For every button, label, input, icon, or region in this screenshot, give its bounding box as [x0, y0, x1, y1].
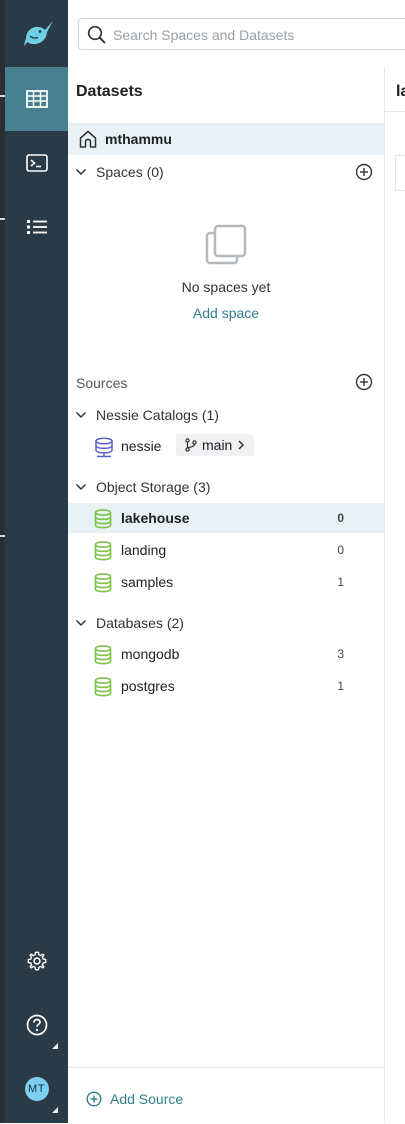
nessie-catalogs-label: Nessie Catalogs (1) [96, 407, 219, 423]
empty-spaces-text: No spaces yet [181, 279, 271, 295]
source-item-lakehouse[interactable]: lakehouse 0 [68, 503, 384, 533]
spaces-empty-state: No spaces yet Add space [68, 223, 384, 321]
database-icon [94, 573, 112, 593]
chevron-down-icon [75, 619, 87, 627]
help-icon [26, 1014, 47, 1036]
source-name: samples [121, 574, 174, 590]
search-icon [87, 25, 106, 44]
source-item-nessie[interactable]: nessie main [68, 431, 384, 461]
spaces-section-label: Spaces (0) [96, 164, 164, 180]
add-space-link[interactable]: Add space [68, 305, 384, 321]
spaces-section-header[interactable]: Spaces (0) [68, 158, 384, 186]
panel-title: Datasets [76, 83, 143, 100]
rail-settings-button[interactable] [5, 929, 68, 993]
search-box[interactable] [78, 18, 405, 50]
add-source-button[interactable]: Add Source [86, 1091, 183, 1107]
database-icon [94, 677, 112, 697]
branch-name: main [202, 437, 233, 453]
databases-label: Databases (2) [96, 615, 184, 631]
dataset-count: 1 [337, 575, 344, 589]
narwhal-logo-icon [23, 20, 53, 46]
dataset-count: 3 [337, 647, 344, 661]
databases-section-header[interactable]: Databases (2) [68, 609, 384, 637]
add-space-plus-icon[interactable] [355, 163, 373, 181]
chevron-down-icon [75, 483, 87, 491]
divider [385, 111, 405, 112]
rail-datasets-button[interactable] [5, 67, 68, 131]
dremio-logo[interactable] [5, 0, 68, 67]
avatar: MT [24, 1077, 49, 1101]
source-name: postgres [121, 678, 175, 694]
object-storage-label: Object Storage (3) [96, 479, 211, 495]
source-name: lakehouse [121, 510, 190, 526]
rail-jobs-button[interactable] [5, 195, 68, 259]
datasets-grid-icon [25, 90, 48, 108]
rail-help-button[interactable] [5, 993, 68, 1057]
rail-sql-runner-button[interactable] [5, 131, 68, 195]
nessie-catalogs-section-header[interactable]: Nessie Catalogs (1) [68, 401, 384, 429]
plus-circle-icon [86, 1091, 102, 1107]
home-space-row[interactable]: mthammu [68, 123, 384, 155]
rail-account-button[interactable]: MT [5, 1057, 68, 1121]
database-icon [94, 509, 112, 529]
chevron-right-icon [238, 440, 245, 450]
add-source-label: Add Source [110, 1091, 184, 1107]
dataset-count: 1 [337, 679, 344, 693]
source-name: landing [121, 542, 167, 558]
dataset-count: 0 [337, 511, 344, 525]
search-input[interactable] [111, 20, 405, 50]
source-item-landing[interactable]: landing 0 [68, 535, 384, 565]
submenu-corner-icon [52, 1107, 58, 1113]
details-panel-cutoff: la [385, 67, 405, 1123]
branch-selector[interactable]: main [176, 434, 255, 456]
source-item-mongodb[interactable]: mongodb 3 [68, 639, 384, 669]
datasets-panel: Datasets mthammu Spaces (0) No spaces ye… [68, 67, 385, 1123]
source-item-postgres[interactable]: postgres 1 [68, 671, 384, 701]
left-nav-rail: MT [5, 0, 68, 1123]
nessie-catalog-icon [95, 437, 113, 458]
jobs-list-icon [26, 220, 47, 234]
empty-spaces-icon [205, 224, 247, 265]
dataset-count: 0 [337, 543, 344, 557]
sql-terminal-icon [25, 154, 48, 172]
source-item-samples[interactable]: samples 1 [68, 567, 384, 597]
object-storage-section-header[interactable]: Object Storage (3) [68, 473, 384, 501]
chevron-down-icon [75, 411, 87, 419]
database-icon [94, 645, 112, 665]
home-icon [79, 130, 97, 148]
details-title: la [396, 83, 405, 100]
gear-icon [27, 951, 46, 971]
source-name: mongodb [121, 646, 180, 662]
database-icon [94, 541, 112, 561]
chevron-down-icon [75, 168, 87, 176]
submenu-corner-icon [52, 1043, 58, 1049]
source-name: nessie [121, 438, 162, 454]
top-search-bar [68, 0, 405, 67]
sources-heading: Sources [76, 375, 128, 391]
git-branch-icon [185, 438, 197, 452]
add-source-plus-icon[interactable] [355, 373, 373, 391]
home-label: mthammu [105, 131, 172, 147]
panel-footer: Add Source [68, 1067, 384, 1124]
details-box-edge [395, 155, 405, 191]
